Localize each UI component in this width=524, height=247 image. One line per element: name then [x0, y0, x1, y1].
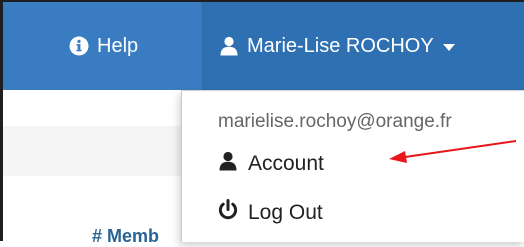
logout-menu-item[interactable]: Log Out [218, 196, 323, 230]
power-icon [218, 199, 238, 227]
help-link[interactable]: Help [69, 2, 138, 90]
nav-divider [202, 2, 203, 90]
account-label: Account [248, 152, 324, 175]
user-name-label: Marie-Lise ROCHOY [247, 34, 434, 57]
members-heading: # Memb [92, 226, 160, 246]
caret-down-icon [442, 43, 455, 51]
logout-label: Log Out [248, 201, 323, 224]
user-menu-toggle[interactable]: Marie-Lise ROCHOY [219, 2, 455, 90]
user-email: marielise.rochoy@orange.fr [218, 111, 452, 132]
account-menu-item[interactable]: Account [218, 147, 324, 181]
help-label: Help [97, 34, 139, 57]
user-icon [219, 36, 239, 56]
user-icon [218, 151, 238, 177]
info-circle-icon [69, 36, 89, 56]
user-dropdown-menu: marielise.rochoy@orange.fr Account Log O… [181, 90, 524, 242]
top-navbar: Help Marie-Lise ROCHOY [3, 2, 524, 90]
